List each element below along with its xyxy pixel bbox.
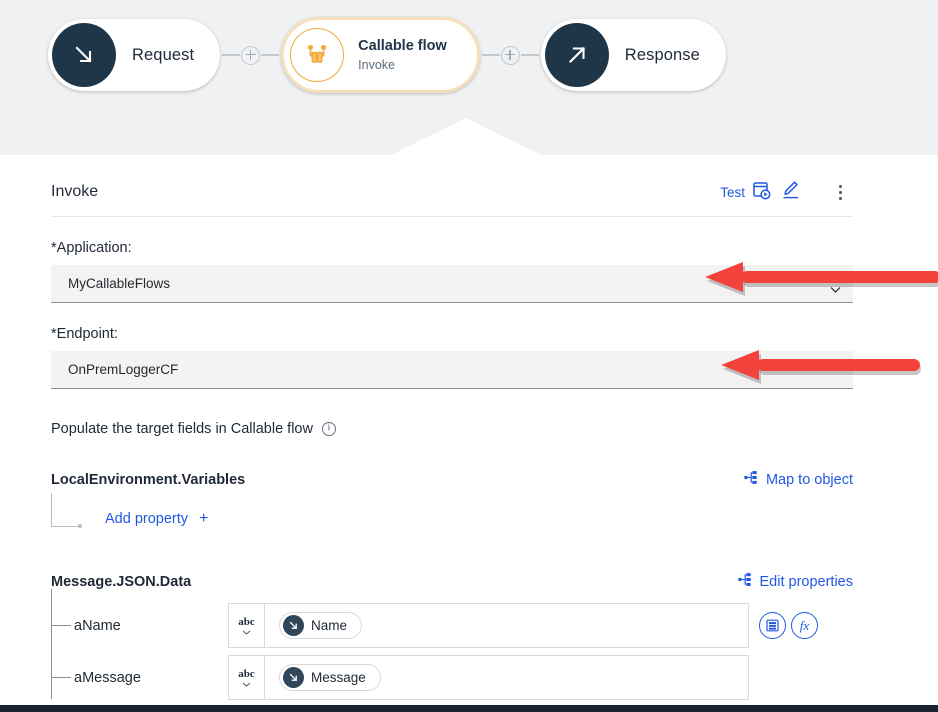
- endpoint-value: OnPremLoggerCF: [68, 362, 179, 377]
- application-dropdown[interactable]: MyCallableFlows: [51, 265, 853, 303]
- property-type-label: abc: [238, 615, 255, 628]
- add-node-button-2[interactable]: [500, 45, 520, 65]
- flow-node-response[interactable]: Response: [540, 19, 726, 91]
- application-field-group: *Application: MyCallableFlows: [51, 240, 938, 303]
- properties-panel: Invoke Test *Application: MyCallableFlow…: [0, 155, 938, 712]
- flow-node-callable-flow[interactable]: Callable flow Invoke: [281, 17, 480, 93]
- flow-connector-1: [222, 45, 280, 65]
- application-window: Request Callable flow Invoke Response In…: [0, 0, 938, 712]
- mapping-chip-label: Message: [311, 670, 366, 685]
- bottom-scrollbar[interactable]: [0, 705, 938, 712]
- flow-node-response-label: Response: [624, 45, 700, 64]
- property-type-selector[interactable]: abc: [229, 656, 265, 699]
- map-to-object-button[interactable]: Map to object: [744, 470, 853, 489]
- endpoint-input[interactable]: OnPremLoggerCF: [51, 351, 853, 389]
- tree-branch-connector: [51, 677, 71, 679]
- property-value-input[interactable]: abc: [228, 655, 749, 700]
- kebab-menu-icon: [838, 184, 842, 188]
- edit-button[interactable]: [771, 179, 811, 205]
- endpoint-field-label: *Endpoint:: [51, 326, 118, 342]
- test-button-label: Test: [720, 184, 745, 200]
- arrow-up-right-icon: [544, 23, 609, 87]
- property-value-input[interactable]: abc: [228, 603, 749, 648]
- section-title: LocalEnvironment.Variables: [51, 471, 246, 488]
- populate-hint: Populate the target fields in Callable f…: [51, 421, 938, 437]
- chevron-down-icon: [242, 682, 251, 687]
- tree-elbow-connector: [51, 493, 82, 529]
- add-property-label: Add property: [105, 511, 189, 527]
- test-flow-icon: [752, 181, 771, 203]
- kebab-menu-icon: [838, 196, 842, 200]
- list-icon[interactable]: [759, 612, 786, 639]
- section-local-environment-variables: LocalEnvironment.Variables Map to object: [51, 470, 853, 489]
- connector-line: [520, 54, 539, 56]
- endpoint-field-group: *Endpoint: OnPremLoggerCF: [51, 326, 938, 389]
- panel-header: Invoke Test: [51, 155, 853, 217]
- arrow-down-right-icon: [283, 667, 304, 688]
- mapping-chip-name[interactable]: Name: [279, 612, 363, 639]
- callable-flow-text: Callable flow Invoke: [358, 38, 447, 72]
- map-object-icon: [737, 572, 753, 591]
- flow-connector-2: [481, 45, 539, 65]
- chevron-down-icon: [830, 281, 841, 293]
- panel-caret-pointer: [391, 118, 541, 155]
- flow-node-callable-flow-subtitle: Invoke: [358, 57, 395, 72]
- map-object-icon: [744, 470, 759, 489]
- connector-line: [222, 54, 241, 56]
- panel-header-actions: Test: [720, 179, 853, 205]
- plus-icon: +: [199, 510, 209, 527]
- callable-flow-icon: [290, 28, 345, 82]
- tree-branch-connector: [51, 625, 71, 627]
- property-name: aMessage: [74, 669, 141, 686]
- kebab-menu-icon: [838, 190, 842, 194]
- property-row-aname: aName abc Name fx: [51, 603, 938, 648]
- property-row-amessage: aMessage abc Message: [51, 655, 938, 700]
- connector-line: [481, 54, 500, 56]
- section-message-json-data: Message.JSON.Data Edit properties: [51, 572, 853, 591]
- add-property-button[interactable]: Add property +: [105, 510, 209, 528]
- flow-node-request-label: Request: [132, 45, 195, 64]
- property-list: aName abc Name fx aMessage abc Message: [51, 589, 938, 700]
- populate-hint-text: Populate the target fields in Callable f…: [51, 421, 313, 437]
- add-node-button-1[interactable]: [241, 45, 261, 65]
- property-name: aName: [74, 617, 121, 634]
- flow-node-strip: Request Callable flow Invoke Response: [0, 0, 938, 110]
- edit-properties-label: Edit properties: [759, 573, 854, 590]
- arrow-down-right-icon: [52, 23, 116, 87]
- arrow-down-right-icon: [283, 615, 304, 636]
- test-button[interactable]: Test: [720, 181, 771, 203]
- page-title: Invoke: [51, 183, 99, 200]
- chevron-down-icon: [242, 630, 251, 635]
- flow-node-callable-flow-title: Callable flow: [358, 37, 447, 54]
- overflow-menu-button[interactable]: [827, 179, 853, 205]
- application-value: MyCallableFlows: [68, 276, 171, 291]
- fx-icon[interactable]: fx: [791, 612, 818, 639]
- flow-canvas: Request Callable flow Invoke Response: [0, 0, 938, 155]
- pencil-icon: [780, 179, 802, 206]
- edit-properties-button[interactable]: Edit properties: [737, 572, 854, 591]
- flow-node-request[interactable]: Request: [48, 19, 221, 91]
- property-type-selector[interactable]: abc: [229, 604, 265, 647]
- info-icon[interactable]: i: [321, 422, 336, 436]
- add-property-row: Add property +: [51, 493, 938, 539]
- property-row-actions: fx: [759, 612, 818, 639]
- mapping-chip-message[interactable]: Message: [279, 664, 381, 691]
- map-to-object-label: Map to object: [765, 471, 853, 488]
- section-title: Message.JSON.Data: [51, 573, 192, 590]
- connector-line: [261, 54, 280, 56]
- application-field-label: *Application:: [51, 240, 132, 256]
- property-type-label: abc: [238, 667, 255, 680]
- mapping-chip-label: Name: [311, 618, 348, 633]
